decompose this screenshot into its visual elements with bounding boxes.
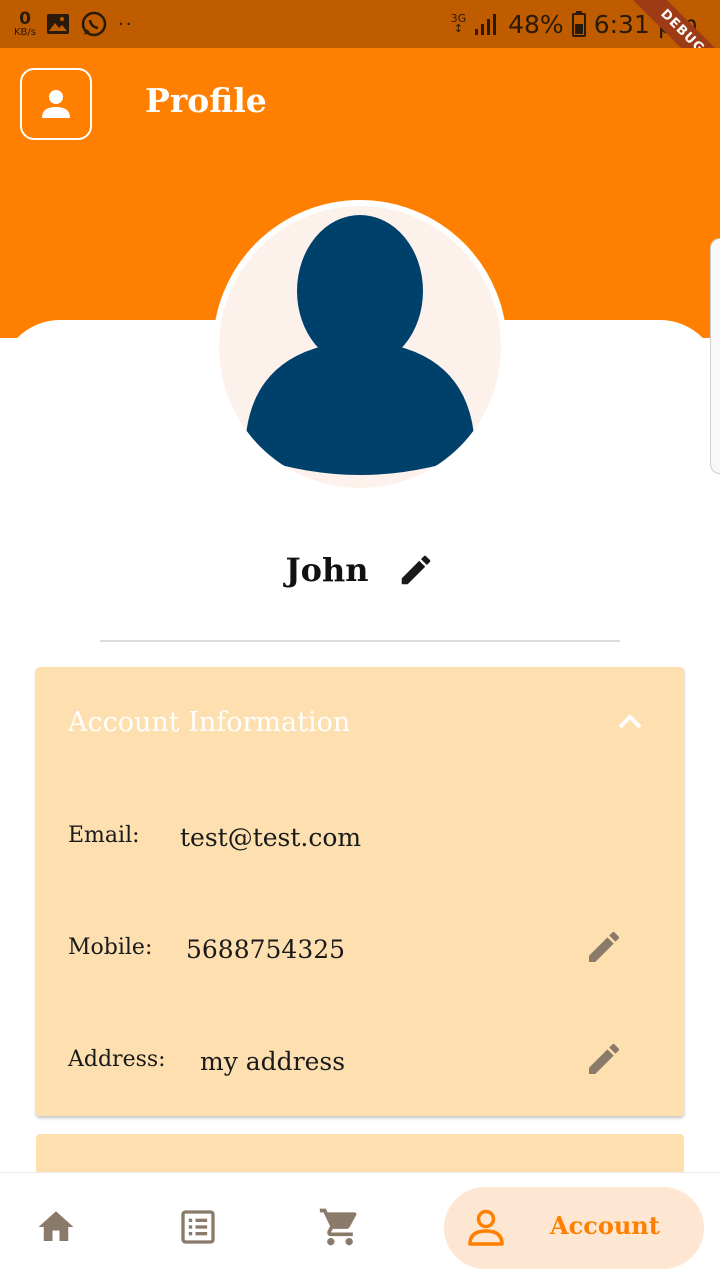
orders-list-icon: [181, 1210, 215, 1244]
home-icon: [38, 1211, 74, 1241]
network-type: 3G ↕: [450, 12, 467, 35]
panel-title[interactable]: Account Information: [68, 707, 350, 738]
status-bar: 0 KB/s ·· 3G ↕ 48% 6:31 pm DEBUG: [0, 0, 720, 98]
account-info-panel: Account Information Email: test@test.com…: [36, 667, 684, 1116]
cart-icon: [319, 1208, 357, 1246]
address-row: Address: my address: [36, 1039, 684, 1089]
edit-name-icon[interactable]: [397, 551, 435, 589]
scroll-handle[interactable]: [710, 238, 720, 474]
status-left: 0 KB/s ··: [14, 8, 134, 38]
email-value: test@test.com: [180, 823, 362, 852]
profile-menu-button[interactable]: [20, 68, 92, 140]
network-speed: 0 KB/s: [14, 8, 36, 38]
nav-home[interactable]: [34, 1205, 78, 1249]
address-value: my address: [200, 1047, 346, 1076]
email-label: Email:: [68, 823, 140, 848]
mobile-value: 5688754325: [186, 935, 346, 964]
name-row: John: [0, 548, 720, 592]
divider: [100, 640, 620, 642]
person-icon: [42, 90, 70, 118]
user-name: John: [285, 551, 369, 589]
signal-icon: [475, 14, 497, 35]
battery-icon: [571, 11, 586, 37]
email-row: Email: test@test.com: [36, 815, 684, 865]
nav-account[interactable]: Account: [444, 1187, 704, 1269]
page-title: Profile: [145, 81, 267, 120]
edit-mobile-icon[interactable]: [584, 927, 624, 967]
whatsapp-icon: [81, 11, 107, 37]
avatar[interactable]: [213, 200, 507, 494]
address-label: Address:: [68, 1047, 166, 1072]
mobile-row: Mobile: 5688754325: [36, 927, 684, 977]
gallery-icon: [47, 14, 69, 34]
account-icon: [468, 1209, 504, 1246]
user-silhouette-icon: [245, 215, 475, 475]
nav-orders[interactable]: [176, 1205, 220, 1249]
mobile-label: Mobile:: [68, 935, 153, 960]
edit-address-icon[interactable]: [584, 1039, 624, 1079]
nav-account-label: Account: [550, 1211, 660, 1240]
battery-percent: 48%: [508, 9, 564, 39]
chevron-up-icon[interactable]: [616, 711, 644, 731]
bottom-navigation: Account: [0, 1172, 720, 1280]
nav-cart[interactable]: [318, 1205, 362, 1249]
